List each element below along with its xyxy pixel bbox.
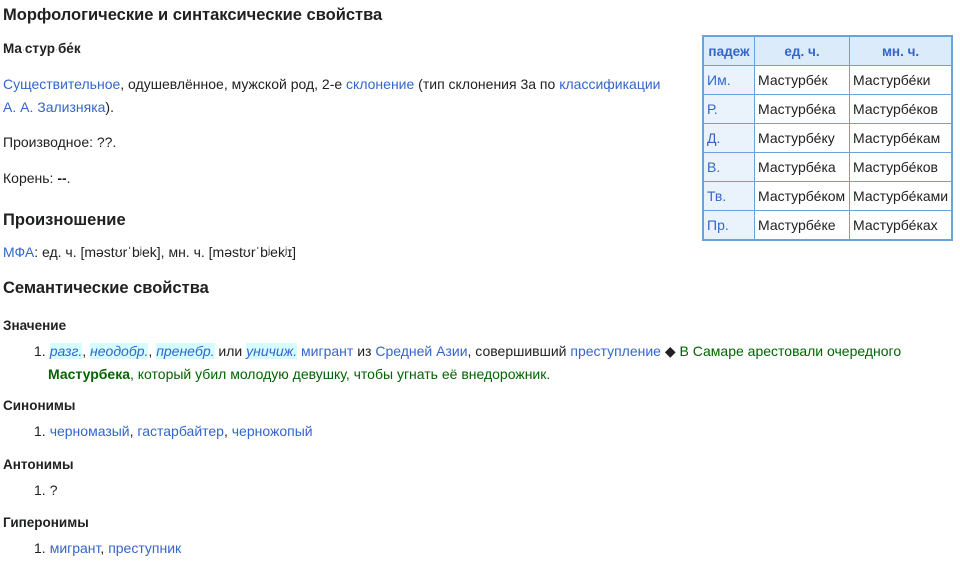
pronunciation-heading: Произношение [3, 211, 126, 229]
synonyms-heading: Синонимы [3, 398, 76, 413]
separator: , [82, 343, 91, 359]
hyperonym-link[interactable]: мигрант [50, 540, 101, 556]
plural-cell: Мастурбе́ки [849, 65, 953, 95]
committed-text: , совершивший [467, 343, 571, 359]
table-row: В. Мастурбе́ка Мастурбе́ков [702, 152, 953, 182]
zaliznyak-link[interactable]: А. А. Зализняка [3, 99, 105, 115]
hyperonyms-item: 1. мигрант, преступник [34, 537, 181, 560]
syllable-1: Ма [3, 41, 22, 56]
hyperonym-link[interactable]: преступник [108, 540, 181, 556]
from-text: из [353, 343, 376, 359]
singular-cell: Мастурбе́ка [754, 152, 850, 182]
morphology-heading: Морфологические и синтаксические свойств… [3, 6, 383, 24]
hyperonyms-heading: Гиперонимы [3, 515, 89, 530]
abbr-derogatory[interactable]: уничиж. [246, 343, 298, 359]
separator: , [223, 423, 232, 439]
declension-link[interactable]: склонение [346, 76, 414, 92]
semantic-heading: Семантические свойства [3, 279, 209, 297]
root-text: Корень: --. [3, 167, 71, 190]
crime-link[interactable]: преступление [570, 343, 661, 359]
antonyms-heading: Антонимы [3, 457, 74, 472]
grammar-text: (тип склонения 3a по [414, 76, 560, 92]
list-number: 1. [34, 423, 46, 439]
singular-cell: Мастурбе́ка [754, 94, 850, 124]
synonym-link[interactable]: черножопый [232, 423, 313, 439]
singular-cell: Мастурбе́ке [754, 210, 850, 241]
example-text-2: , который убил молодую девушку, чтобы уг… [130, 366, 551, 382]
table-row: Им. Мастурбе́к Мастурбе́ки [702, 65, 953, 95]
meaning-heading: Значение [3, 318, 67, 333]
ipa-link[interactable]: МФА [3, 244, 34, 260]
or-text: или [214, 343, 247, 359]
case-cell[interactable]: Д. [702, 123, 755, 153]
table-row: Тв. Мастурбе́ком Мастурбе́ками [702, 181, 953, 211]
plural-cell: Мастурбе́ков [849, 152, 953, 182]
synonym-link[interactable]: гастарбайтер [137, 423, 224, 439]
central-asia-link[interactable]: Средней Азии [375, 343, 467, 359]
meaning-item: 1. разг., неодобр., пренебр. или уничиж. … [34, 340, 934, 386]
antonym-value: ? [49, 482, 58, 498]
migrant-link[interactable]: мигрант [301, 343, 353, 359]
abbr-disapproving[interactable]: неодобр. [90, 343, 149, 359]
singular-cell: Мастурбе́ком [754, 181, 850, 211]
case-header: падеж [702, 35, 755, 66]
syllable-3: бе́к [57, 41, 81, 56]
plural-cell: Мастурбе́ками [849, 181, 953, 211]
abbr-pejorative[interactable]: пренебр. [156, 343, 215, 359]
derived-text: Производное: ??. [3, 134, 117, 150]
table-header-row: падеж ед. ч. мн. ч. [702, 35, 953, 66]
root-label: Корень: [3, 170, 58, 186]
case-cell[interactable]: Пр. [702, 210, 755, 241]
grammar-text: ). [105, 99, 114, 115]
case-cell[interactable]: Р. [702, 94, 755, 124]
singular-cell: Мастурбе́ку [754, 123, 850, 153]
syllable-2: стур [24, 41, 55, 56]
antonyms-item: 1.? [34, 479, 57, 502]
list-number: 1. [34, 540, 46, 556]
ipa-text: : ед. ч. [məstʊrˈbʲek], мн. ч. [məstʊrˈb… [34, 244, 297, 260]
root-value: -- [57, 170, 67, 186]
grammar-description: Существительное, одушевлённое, мужской р… [3, 73, 683, 119]
singular-cell: Мастурбе́к [754, 65, 850, 95]
case-cell[interactable]: В. [702, 152, 755, 182]
synonyms-item: 1. черномазый, гастарбайтер, черножопый [34, 420, 313, 443]
example-text-1: В Самаре арестовали очередного [679, 343, 902, 359]
table-row: Д. Мастурбе́ку Мастурбе́кам [702, 123, 953, 153]
table-row: Пр. Мастурбе́ке Мастурбе́ках [702, 210, 953, 241]
plural-cell: Мастурбе́ков [849, 94, 953, 124]
root-end: . [66, 170, 71, 186]
synonym-link[interactable]: черномазый [50, 423, 130, 439]
singular-header: ед. ч. [754, 35, 850, 66]
word-syllables: Ма·стур·бе́к [3, 41, 81, 56]
plural-cell: Мастурбе́кам [849, 123, 953, 153]
pos-link[interactable]: Существительное [3, 76, 120, 92]
abbr-colloquial[interactable]: разг. [49, 343, 83, 359]
example-bold-word: Мастурбека [48, 366, 130, 382]
grammar-text: , одушевлённое, мужской род, 2-е [120, 76, 347, 92]
list-number: 1. [34, 482, 46, 498]
ipa-line: МФА: ед. ч. [məstʊrˈbʲek], мн. ч. [məstʊ… [3, 241, 296, 264]
list-number: 1. [34, 343, 46, 359]
plural-header: мн. ч. [849, 35, 953, 66]
diamond-icon: ◆ [660, 343, 680, 359]
declension-table: падеж ед. ч. мн. ч. Им. Мастурбе́к Масту… [702, 35, 954, 241]
case-cell[interactable]: Тв. [702, 181, 755, 211]
plural-cell: Мастурбе́ках [849, 210, 953, 241]
table-row: Р. Мастурбе́ка Мастурбе́ков [702, 94, 953, 124]
case-cell[interactable]: Им. [702, 65, 755, 95]
classification-link[interactable]: классификации [559, 76, 660, 92]
